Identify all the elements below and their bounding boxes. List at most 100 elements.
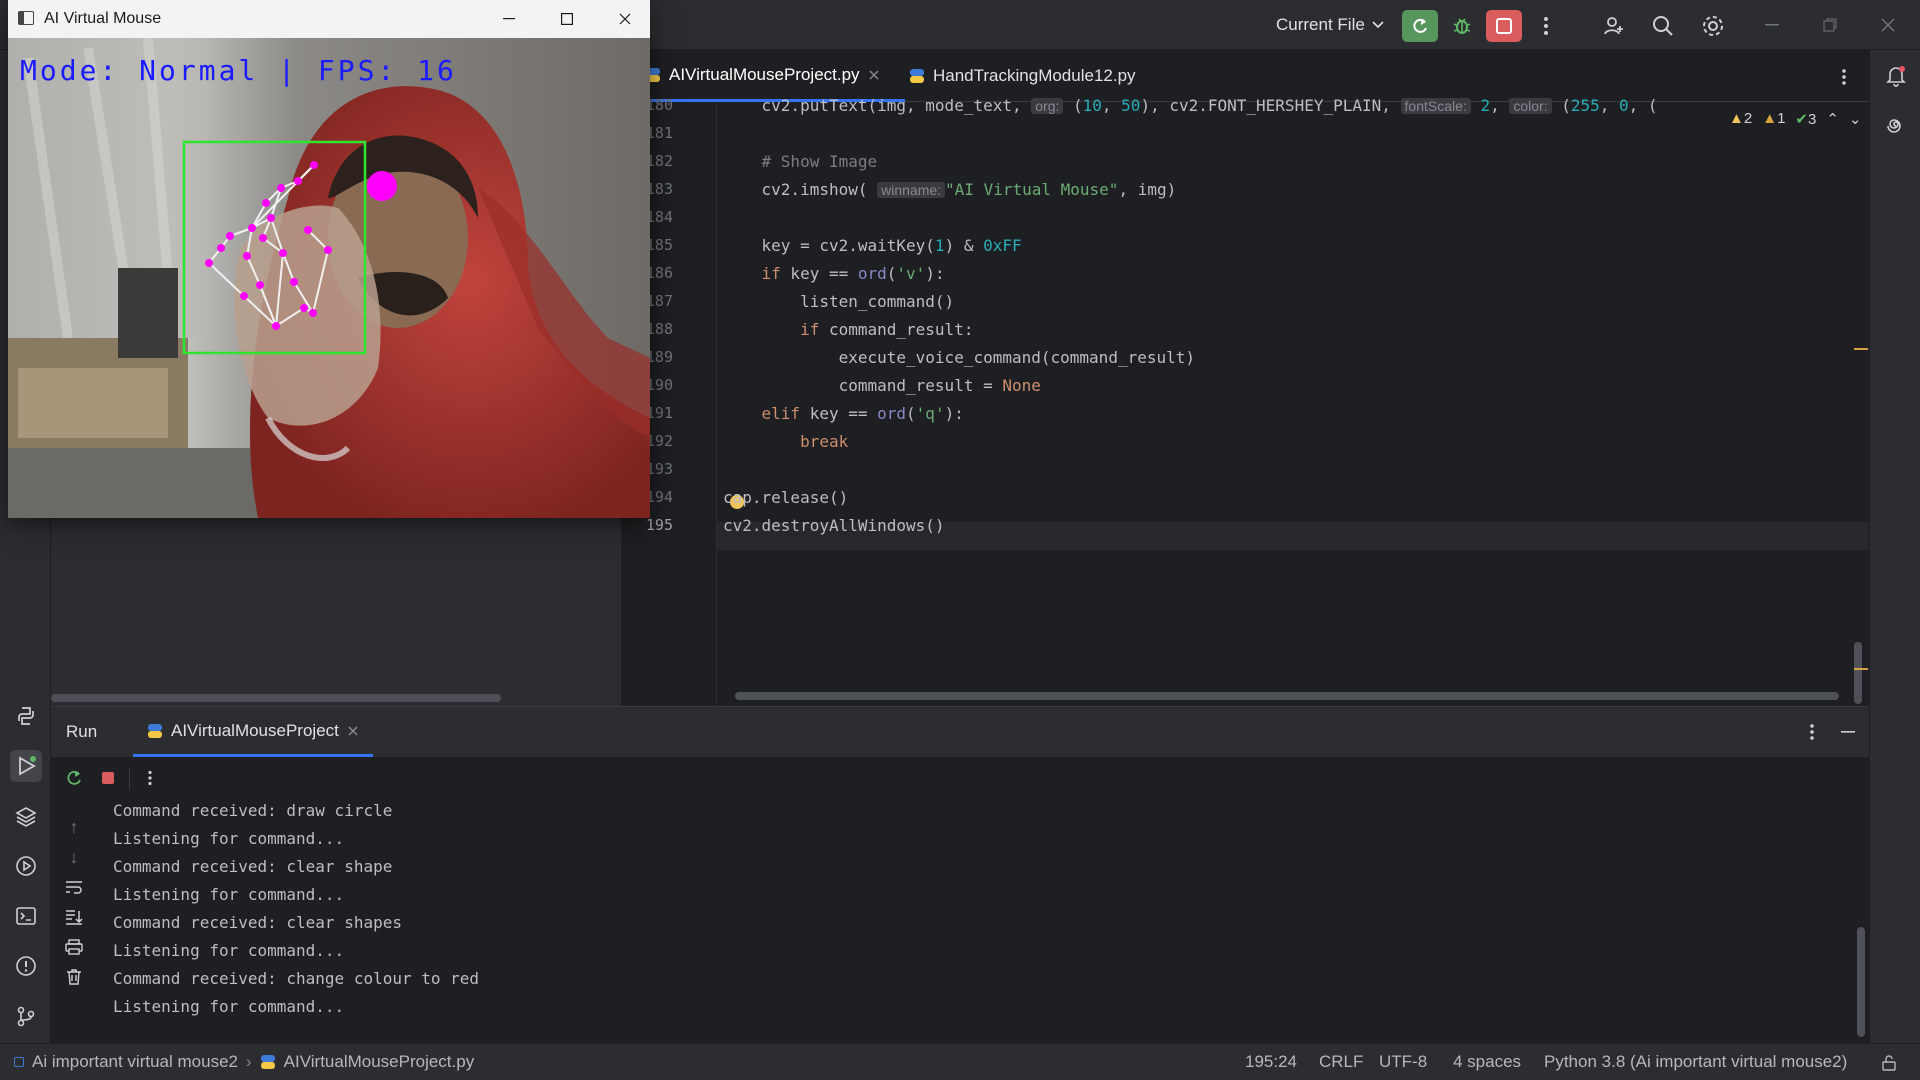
minimize-icon <box>503 18 515 20</box>
editor-tab-bar: AIVirtualMouseProject.py HandTrackingMod… <box>621 50 1869 102</box>
code-token: ( <box>1551 96 1571 115</box>
minimize-button[interactable] <box>1756 14 1788 36</box>
camera-window[interactable]: AI Virtual Mouse Mode: Normal | FPS: 16 <box>8 0 650 518</box>
run-toolbar <box>51 757 1869 799</box>
indent-setting[interactable]: 4 spaces <box>1453 1052 1521 1072</box>
rerun-icon <box>67 770 81 785</box>
console-line: Command received: draw circle <box>113 801 393 820</box>
read-only-toggle[interactable] <box>1878 1052 1900 1074</box>
code-token: cv2.imshow( <box>723 180 878 199</box>
python-console-button[interactable] <box>10 700 42 732</box>
code-token: ord <box>857 264 887 283</box>
code-token: command_result: <box>819 320 974 339</box>
code-line: cv2.putText(img, mode_text, org: (10, 50… <box>723 96 1658 115</box>
code-editor[interactable]: ▲2 ▲1 ✔3 ⌃ ⌄ cv2.putText(img, mode_text,… <box>716 96 1869 706</box>
version-control-button[interactable] <box>10 1000 42 1032</box>
more-vertical-icon <box>1544 17 1548 35</box>
chevron-down-icon[interactable]: ⌄ <box>1849 110 1862 128</box>
terminal-icon <box>16 907 36 925</box>
more-vertical-icon <box>1810 724 1814 740</box>
console-scrollbar[interactable] <box>1857 927 1865 1037</box>
horizontal-scrollbar[interactable] <box>51 694 501 702</box>
parameter-hint: fontScale: <box>1400 98 1471 114</box>
bell-icon <box>1886 66 1906 87</box>
code-line: execute_voice_command(command_result) <box>723 348 1195 367</box>
debug-button[interactable] <box>1444 10 1480 42</box>
close-icon <box>619 13 631 25</box>
close-button[interactable] <box>1872 14 1904 36</box>
restore-button[interactable] <box>1814 14 1846 36</box>
maximize-icon <box>561 13 573 25</box>
run-tool-button[interactable] <box>10 750 42 782</box>
services-button[interactable] <box>10 850 42 882</box>
code-with-me-button[interactable] <box>1596 10 1632 42</box>
camera-window-titlebar[interactable]: AI Virtual Mouse <box>8 0 650 38</box>
code-token: , ( <box>1628 96 1658 115</box>
python-icon <box>18 707 34 725</box>
code-token: 0 <box>1619 96 1629 115</box>
rerun-button[interactable] <box>61 765 87 791</box>
notifications-button[interactable] <box>1880 60 1912 92</box>
close-tab-icon[interactable] <box>868 69 880 81</box>
caret-position[interactable]: 195:24 <box>1245 1052 1297 1072</box>
window-app-icon <box>18 11 34 25</box>
weak-warning-count: ▲1 <box>1762 110 1786 127</box>
run-configuration-selector[interactable]: Current File <box>1268 10 1393 40</box>
rerun-button[interactable] <box>1402 10 1438 42</box>
python-packages-button[interactable] <box>10 800 42 832</box>
console-line: Command received: change colour to red <box>113 969 480 988</box>
code-token: if <box>723 320 820 339</box>
settings-button[interactable] <box>1695 10 1731 42</box>
tab-aivirtualmouseproject[interactable]: AIVirtualMouseProject.py <box>645 50 905 102</box>
run-tab[interactable]: AIVirtualMouseProject <box>133 707 373 757</box>
breadcrumb-file[interactable]: AIVirtualMouseProject.py <box>284 1052 475 1072</box>
warning-icon: ▲ <box>1729 110 1744 127</box>
code-token: execute_voice_command(command_result) <box>723 348 1196 367</box>
editor-horizontal-scrollbar[interactable] <box>735 692 1839 700</box>
run-options-button[interactable] <box>1799 719 1825 745</box>
terminal-button[interactable] <box>10 900 42 932</box>
breadcrumb-project[interactable]: Ai important virtual mouse2 <box>32 1052 238 1072</box>
stop-icon <box>1496 18 1512 34</box>
file-encoding[interactable]: UTF-8 <box>1379 1052 1427 1072</box>
camera-close-button[interactable] <box>602 6 648 32</box>
line-separator[interactable]: CRLF <box>1319 1052 1363 1072</box>
more-actions-button[interactable] <box>1528 10 1564 42</box>
code-token: ): <box>944 404 964 423</box>
code-token: "AI Virtual Mouse" <box>945 180 1119 199</box>
console-line: Listening for command... <box>113 941 345 960</box>
lock-icon <box>1882 1055 1896 1071</box>
warning-circle-icon <box>16 956 36 976</box>
tab-options-button[interactable] <box>1831 64 1857 90</box>
code-token: ( <box>906 404 916 423</box>
close-tab-icon[interactable] <box>347 725 359 737</box>
code-token: command_result = <box>723 376 1003 395</box>
warning-stripe-marker[interactable] <box>1854 668 1868 670</box>
ai-assistant-button[interactable] <box>1880 110 1912 142</box>
chevron-up-icon[interactable]: ⌃ <box>1826 110 1839 128</box>
run-title: Run <box>66 722 98 741</box>
cursor-pointer-dot <box>367 171 397 201</box>
hide-panel-button[interactable] <box>1835 719 1861 745</box>
git-branch-icon <box>17 1006 35 1027</box>
python-interpreter[interactable]: Python 3.8 (Ai important virtual mouse2) <box>1544 1052 1847 1072</box>
stop-button[interactable] <box>95 765 121 791</box>
code-token: break <box>723 432 849 451</box>
console-output[interactable]: Command received: draw circle Listening f… <box>51 799 1851 1044</box>
stop-button[interactable] <box>1486 10 1522 42</box>
warning-stripe-marker[interactable] <box>1854 348 1868 350</box>
code-line: key = cv2.waitKey(1) & 0xFF <box>723 236 1022 255</box>
code-token: 255 <box>1570 96 1600 115</box>
more-vertical-icon <box>148 770 152 786</box>
more-actions-button[interactable] <box>137 765 163 791</box>
editor-vertical-scrollbar[interactable] <box>1854 642 1862 704</box>
camera-maximize-button[interactable] <box>544 6 590 32</box>
search-everywhere-button[interactable] <box>1645 10 1681 42</box>
problems-button[interactable] <box>10 950 42 982</box>
right-tool-window-bar <box>1869 50 1920 1043</box>
tab-handtrackingmodule12[interactable]: HandTrackingModule12.py <box>909 50 1159 102</box>
code-token: None <box>1002 376 1041 395</box>
inspection-widget[interactable]: ▲2 ▲1 ✔3 ⌃ ⌄ <box>1723 110 1868 128</box>
camera-minimize-button[interactable] <box>486 6 532 32</box>
chevron-right-icon: › <box>245 1052 252 1071</box>
